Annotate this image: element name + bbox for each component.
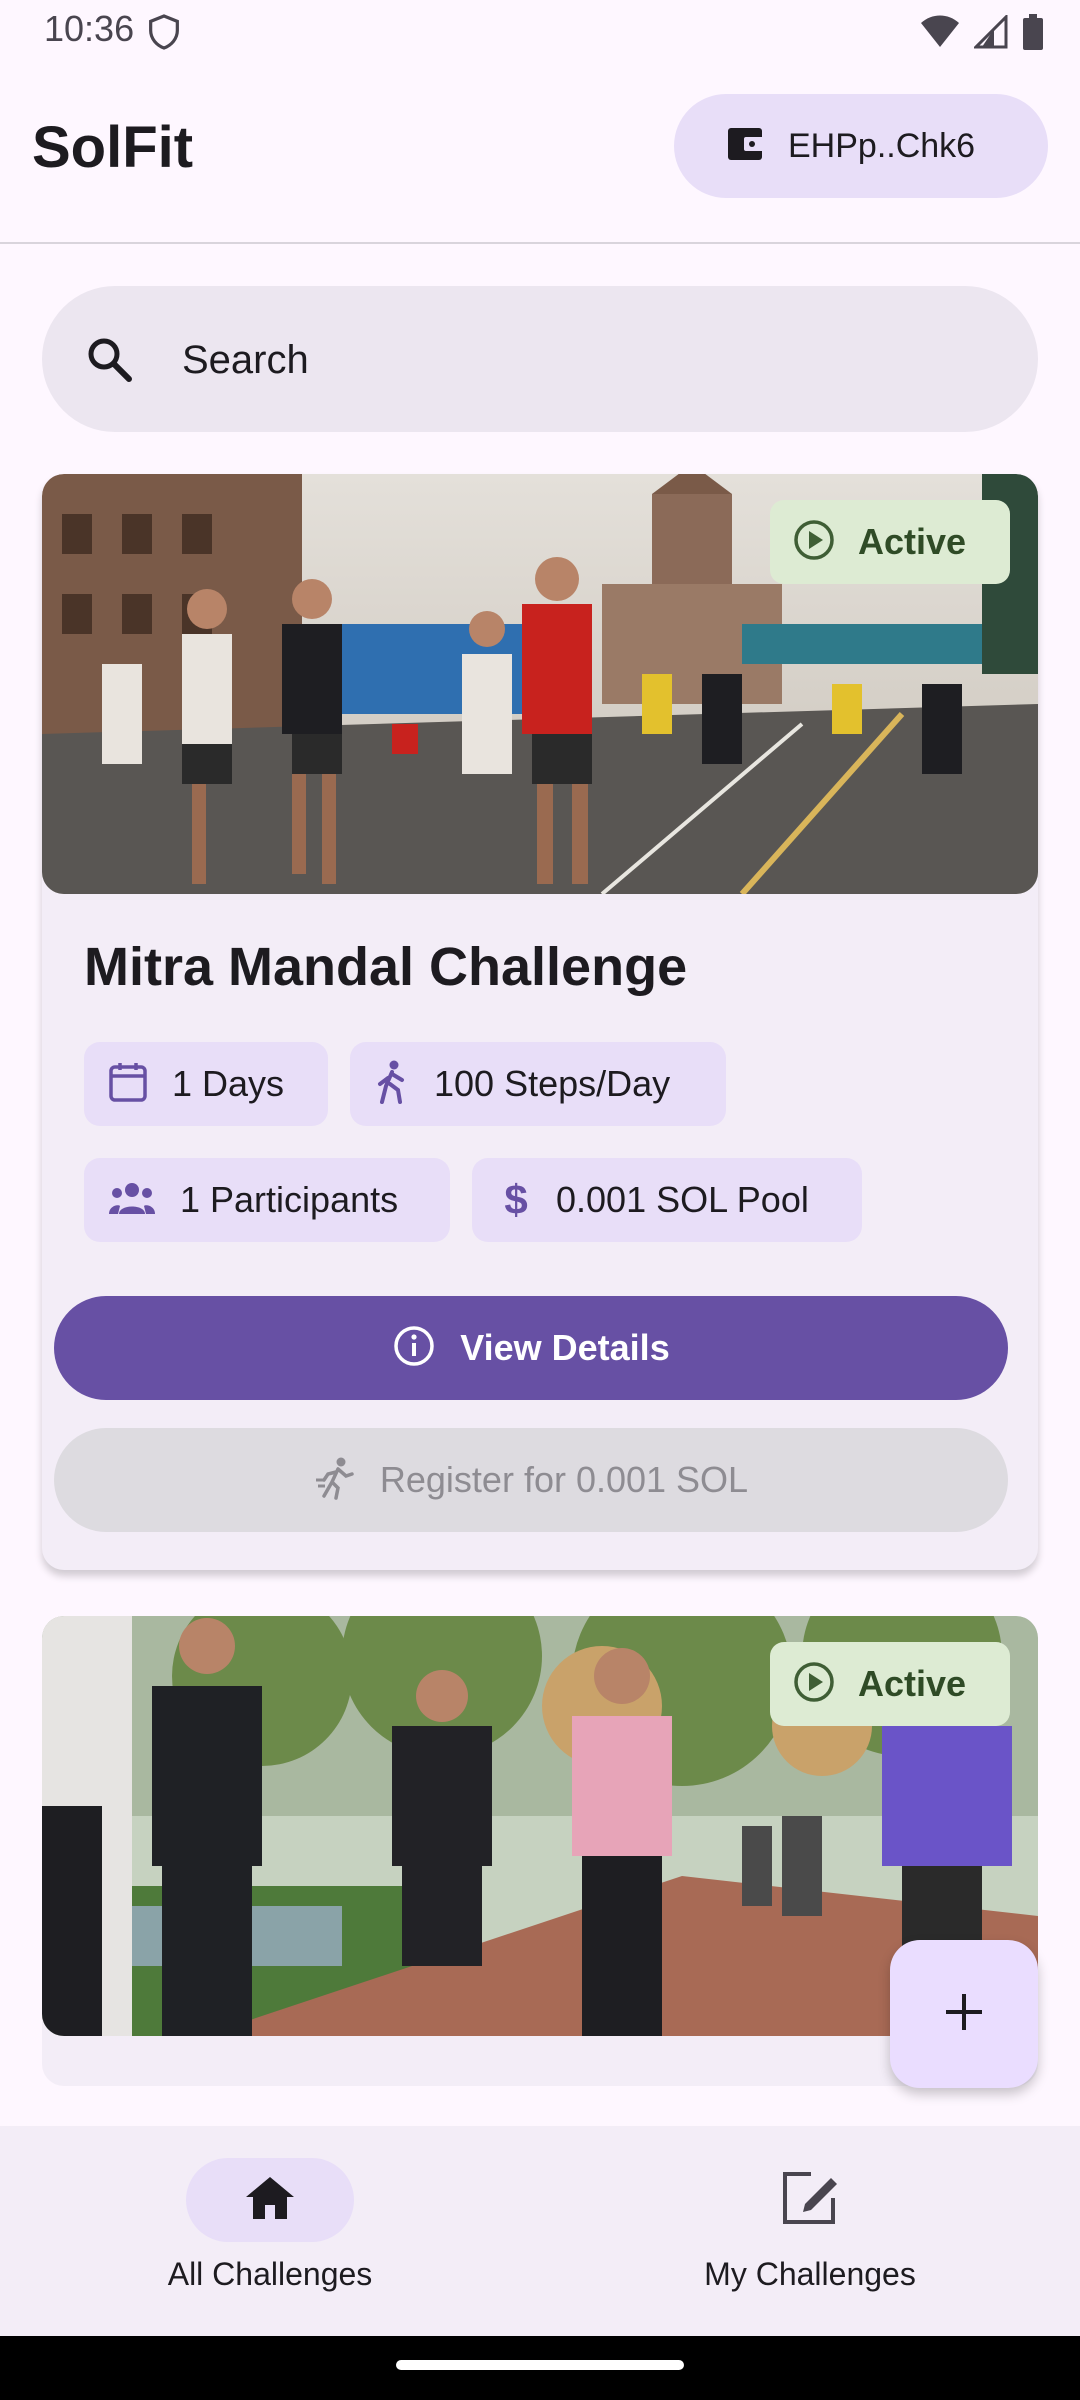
search-bar[interactable] bbox=[42, 286, 1038, 434]
duration-label: 1 Days bbox=[172, 1063, 285, 1104]
calendar-icon bbox=[108, 1061, 148, 1108]
participants-chip: 1 Participants bbox=[84, 1158, 450, 1242]
shield-icon bbox=[148, 14, 180, 55]
dollar-icon: $ bbox=[504, 1176, 528, 1223]
status-badge: Active bbox=[770, 1642, 1010, 1726]
steps-chip: 100 Steps/Day bbox=[350, 1042, 726, 1126]
status-label: Active bbox=[858, 521, 967, 562]
nav-indicator bbox=[186, 2158, 354, 2242]
nav-item-my-challenges[interactable]: My Challenges bbox=[540, 2126, 1080, 2336]
nav-label: All Challenges bbox=[167, 2256, 373, 2292]
steps-label: 100 Steps/Day bbox=[434, 1063, 671, 1104]
status-label: Active bbox=[858, 1663, 967, 1704]
status-bar: 10:36 bbox=[0, 0, 1080, 66]
group-icon bbox=[108, 1180, 156, 1221]
home-handle[interactable] bbox=[396, 2360, 684, 2370]
pool-chip: $ 0.001 SOL Pool bbox=[472, 1158, 862, 1242]
view-details-button[interactable]: View Details bbox=[54, 1296, 1008, 1400]
signal-icon bbox=[972, 13, 1008, 54]
play-circle-icon bbox=[792, 518, 836, 567]
nav-item-all-challenges[interactable]: All Challenges bbox=[0, 2126, 540, 2336]
walking-icon bbox=[374, 1060, 410, 1109]
edit-square-icon bbox=[781, 2170, 839, 2231]
info-icon bbox=[392, 1324, 436, 1373]
pool-label: 0.001 SOL Pool bbox=[556, 1179, 809, 1220]
home-icon bbox=[244, 2175, 296, 2226]
add-challenge-button[interactable] bbox=[890, 1940, 1038, 2088]
wallet-address: EHPp..Chk6 bbox=[788, 126, 976, 165]
battery-icon bbox=[1022, 14, 1044, 55]
play-circle-icon bbox=[792, 1660, 836, 1709]
gesture-bar bbox=[0, 2336, 1080, 2400]
wifi-icon bbox=[920, 15, 960, 54]
participants-label: 1 Participants bbox=[180, 1179, 399, 1220]
wallet-icon bbox=[726, 126, 766, 167]
challenge-card: Active bbox=[42, 1616, 1038, 2086]
register-button[interactable]: Register for 0.001 SOL bbox=[54, 1428, 1008, 1532]
search-input[interactable] bbox=[180, 286, 984, 434]
bottom-navigation: All Challenges My Challenges bbox=[0, 2126, 1080, 2336]
status-badge: Active bbox=[770, 500, 1010, 584]
status-time: 10:36 bbox=[44, 8, 135, 49]
plus-icon bbox=[942, 1990, 986, 2039]
nav-label: My Challenges bbox=[704, 2256, 916, 2292]
duration-chip: 1 Days bbox=[84, 1042, 328, 1126]
challenge-title: Mitra Mandal Challenge bbox=[84, 937, 688, 997]
app-title: SolFit bbox=[32, 115, 194, 180]
running-icon bbox=[314, 1456, 358, 1505]
register-label: Register for 0.001 SOL bbox=[379, 1459, 749, 1500]
status-icons bbox=[920, 13, 1044, 55]
view-details-label: View Details bbox=[460, 1327, 670, 1368]
wallet-button[interactable]: EHPp..Chk6 bbox=[674, 94, 1048, 198]
challenge-card: Active Mitra Mandal Challenge 1 Days 100… bbox=[42, 474, 1038, 1570]
top-app-bar: SolFit EHPp..Chk6 bbox=[0, 66, 1080, 244]
search-icon bbox=[84, 334, 134, 389]
nav-icon-wrapper bbox=[726, 2158, 894, 2242]
